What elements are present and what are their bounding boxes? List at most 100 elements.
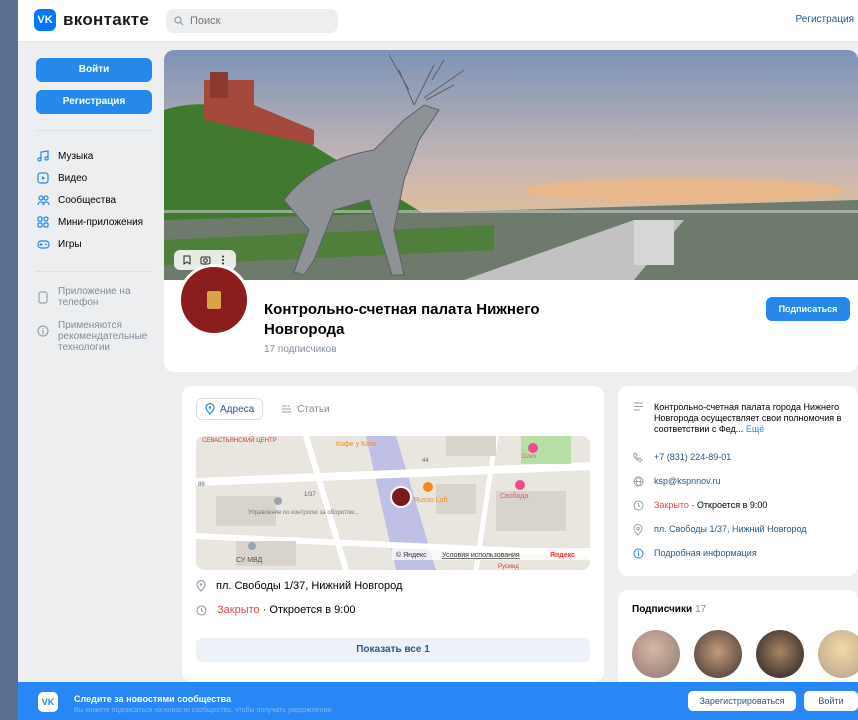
map-yandex-logo: Яндекс: [550, 552, 575, 559]
clock-icon: [196, 604, 207, 616]
tab-articles[interactable]: Статьи: [273, 398, 337, 420]
show-all-button[interactable]: Показать все 1: [196, 638, 590, 662]
articles-icon: [282, 405, 292, 413]
search-input[interactable]: [190, 15, 320, 27]
website-link: ksp@kspnnov.ru: [654, 476, 721, 486]
description-row: Контрольно-счетная палата города Нижнего…: [632, 402, 858, 435]
map-label: Русмед: [498, 564, 519, 570]
coat-of-arms-icon: [207, 291, 221, 309]
more-link[interactable]: Ещё: [746, 424, 764, 434]
address-row[interactable]: пл. Свободы 1/37, Нижний Новгород: [196, 580, 402, 592]
tab-label: Статьи: [297, 403, 330, 415]
sidebar-divider: [36, 271, 152, 272]
communities-icon: [36, 193, 50, 207]
sidebar-item-label: Видео: [58, 172, 88, 184]
search-icon: [174, 16, 184, 26]
map-terms-link[interactable]: Условия использования: [442, 552, 520, 559]
map-label: 1/37: [304, 492, 316, 498]
avatar[interactable]: [632, 630, 680, 678]
address-link: пл. Свободы 1/37, Нижний Новгород: [654, 524, 807, 534]
sidebar-item-games[interactable]: Игры: [36, 233, 170, 255]
globe-icon: [632, 476, 644, 487]
map-label: 86: [198, 482, 205, 488]
avatar[interactable]: [756, 630, 804, 678]
video-icon: [36, 171, 50, 185]
cover-image: [164, 50, 858, 280]
phone-row[interactable]: +7 (831) 224-89-01: [632, 452, 858, 463]
promo-register-button[interactable]: Зарегистрироваться: [688, 691, 796, 711]
subscribers-card: Подписчики 17: [618, 590, 858, 690]
vk-logo[interactable]: VK вконтакте: [34, 9, 149, 31]
map-label: Кофе у Кати: [336, 441, 376, 448]
sidebar-item-label: Сообщества: [58, 194, 117, 206]
vk-brand-text: вконтакте: [63, 10, 150, 29]
map-label: Russo Loft: [414, 497, 448, 504]
mini-apps-icon: [36, 215, 50, 229]
sidebar-item-music[interactable]: Музыка: [36, 145, 170, 167]
info-tabs: Адреса Статьи: [196, 398, 338, 420]
status-closed: Закрыто: [217, 604, 260, 616]
address-text: пл. Свободы 1/37, Нижний Новгород: [216, 580, 403, 592]
sidebar-item-video[interactable]: Видео: [36, 167, 170, 189]
sidebar-item-mini-apps[interactable]: Мини-приложения: [36, 211, 170, 233]
hours-row: Закрыто · Откроется в 9:00: [196, 604, 356, 616]
info-icon: [36, 324, 50, 338]
avatar[interactable]: [818, 630, 858, 678]
description-icon: [632, 402, 644, 411]
location-icon: [196, 580, 206, 592]
login-button[interactable]: Войти: [36, 58, 152, 82]
subscribers-avatars: [632, 630, 858, 678]
map-label: СЕВАСТЬЯНСКИЙ ЦЕНТР: [202, 436, 277, 444]
sidebar-divider: [36, 130, 152, 131]
sidebar-item-label: Игры: [58, 238, 82, 250]
info-icon: [632, 548, 644, 559]
website-row[interactable]: ksp@kspnnov.ru: [632, 476, 858, 487]
address-map[interactable]: СЕВАСТЬЯНСКИЙ ЦЕНТР Кофе у Кати 44 86 1/…: [196, 436, 590, 570]
bookmark-icon[interactable]: [179, 253, 195, 267]
map-label: Свобода: [500, 492, 528, 500]
about-card: Контрольно-счетная палата города Нижнего…: [618, 386, 858, 576]
group-avatar[interactable]: [178, 264, 250, 336]
status-opens: · Откроется в 9:00: [691, 500, 768, 510]
phone-app-label: Приложение на телефон: [58, 286, 131, 308]
search-box[interactable]: [166, 9, 338, 33]
phone-number: +7 (831) 224-89-01: [654, 452, 732, 462]
hours-row: Закрыто · Откроется в 9:00: [632, 500, 858, 511]
addresses-card: Адреса Статьи СЕВАСТЬЯНСКИЙ ЦЕНТР Кофе у…: [182, 386, 604, 682]
sidebar-item-phone-app[interactable]: Приложение на телефон: [36, 286, 170, 308]
avatar[interactable]: [694, 630, 742, 678]
details-row[interactable]: Подробная информация: [632, 548, 858, 559]
address-row[interactable]: пл. Свободы 1/37, Нижний Новгород: [632, 524, 858, 536]
map-label: Dzen: [522, 454, 536, 460]
map-label: 44: [422, 458, 429, 464]
phone-icon: [36, 290, 50, 304]
sidebar-item-label: Музыка: [58, 150, 94, 162]
sidebar-item-communities[interactable]: Сообщества: [36, 189, 170, 211]
tab-label: Адреса: [220, 403, 255, 415]
vk-logo-icon: VK: [34, 9, 56, 31]
register-button[interactable]: Регистрация: [36, 90, 152, 114]
group-subscribers-count[interactable]: 17 подписчиков: [264, 344, 337, 355]
promo-login-button[interactable]: Войти: [804, 691, 858, 711]
vk-logo-icon: VK: [38, 692, 58, 712]
location-icon: [632, 524, 644, 536]
promo-title: Следите за новостями сообщества: [74, 694, 232, 704]
games-icon: [36, 237, 50, 251]
subscribers-count: 17: [695, 604, 707, 615]
subscribers-title[interactable]: Подписчики 17: [632, 604, 706, 615]
left-sidebar: Войти Регистрация Музыка Видео Сообществ…: [34, 58, 170, 365]
music-icon: [36, 149, 50, 163]
tab-addresses[interactable]: Адреса: [196, 398, 264, 420]
bottom-promo-bar: VK Следите за новостями сообщества Вы мо…: [18, 682, 858, 720]
sidebar-item-label: Мини-приложения: [58, 216, 144, 228]
browser-window: VK вконтакте Регистрация Войти Регистрац…: [18, 0, 858, 720]
group-title: Контрольно-счетная палата Нижнего Новгор…: [264, 301, 540, 338]
details-link: Подробная информация: [654, 548, 757, 558]
subscribe-button[interactable]: Подписаться: [766, 297, 850, 321]
map-label: Управление по контролю за оборотом...: [248, 510, 359, 516]
top-register-link[interactable]: Регистрация: [796, 14, 854, 25]
status-separator: ·: [259, 604, 270, 616]
location-icon: [205, 403, 215, 415]
sidebar-recommend-note[interactable]: Применяются рекомендательные технологии: [36, 320, 170, 353]
phone-call-icon: [632, 452, 644, 462]
